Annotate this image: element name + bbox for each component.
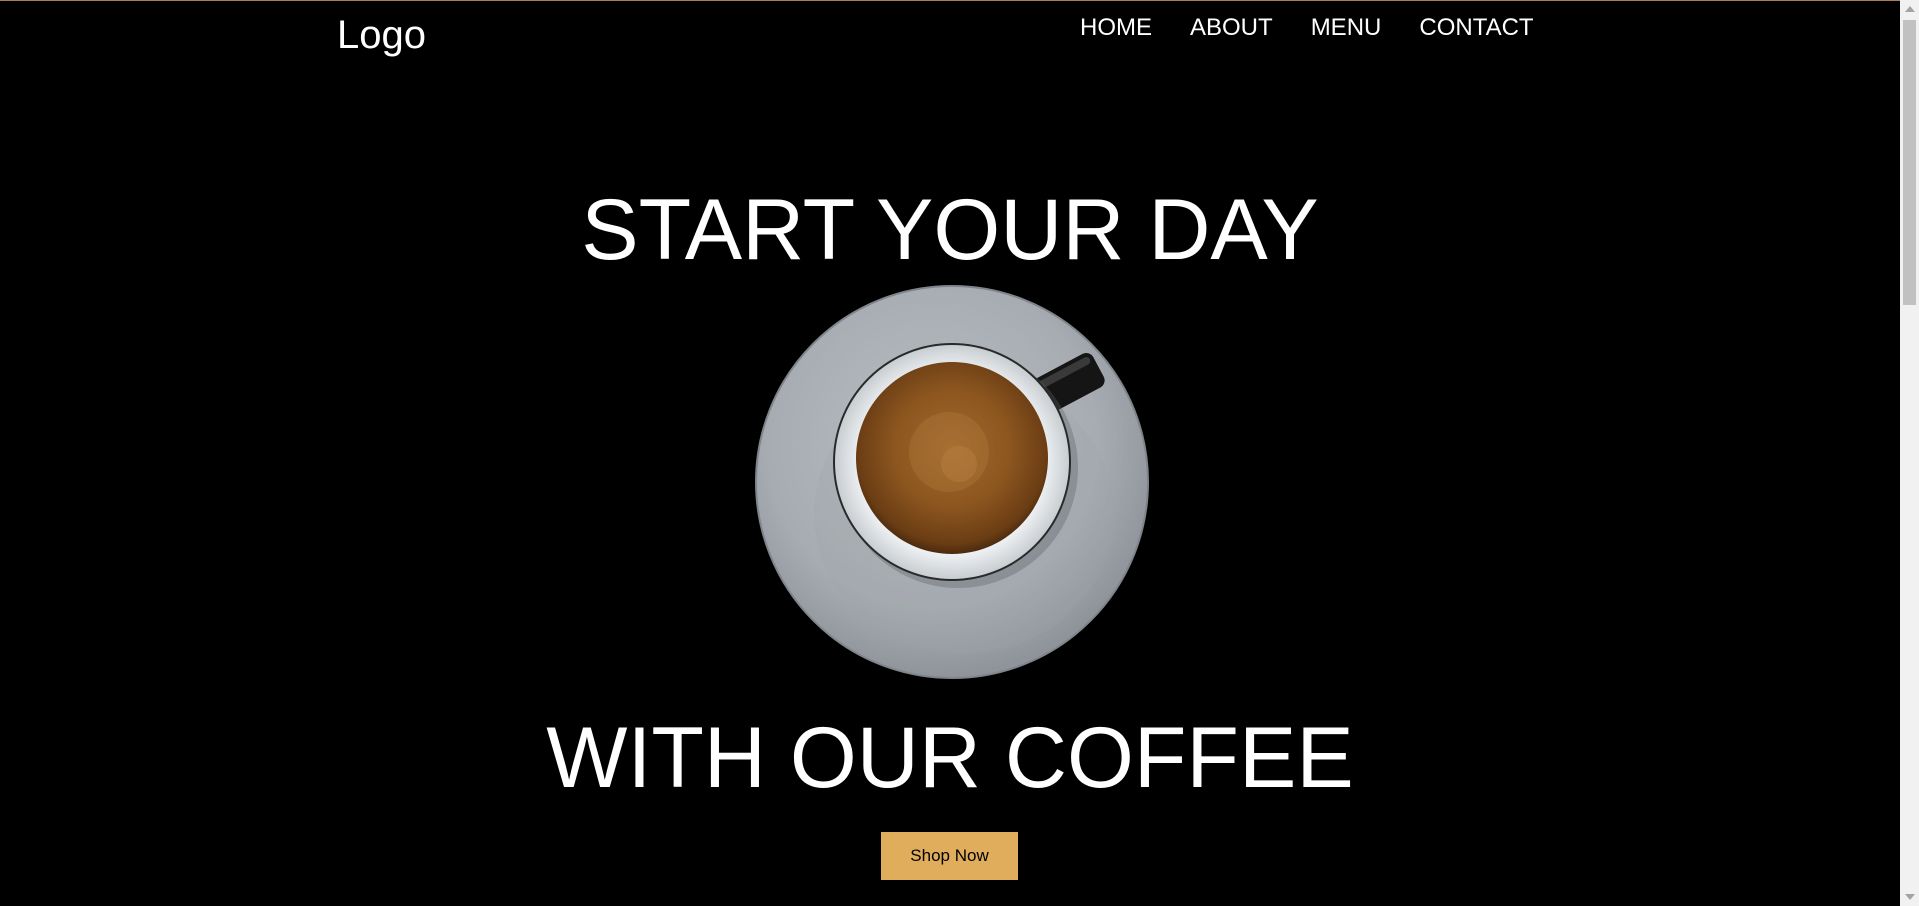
nav-about-link[interactable]: ABOUT (1190, 12, 1273, 44)
shop-now-button[interactable]: Shop Now (881, 832, 1018, 880)
coffee-cup-image (754, 284, 1150, 680)
nav-contact-link[interactable]: CONTACT (1419, 12, 1533, 44)
main-nav: HOME ABOUT MENU CONTACT (1080, 12, 1534, 44)
nav-home-link[interactable]: HOME (1080, 12, 1152, 44)
coffee-cup-illustration (755, 285, 1149, 679)
hero-headline-bottom: WITH OUR COFFEE (546, 710, 1354, 806)
page: Logo HOME ABOUT MENU CONTACT START YOUR … (0, 0, 1900, 906)
top-border (0, 0, 1900, 1)
scrollbar-thumb[interactable] (1903, 20, 1916, 305)
hero-headline-top: START YOUR DAY (581, 182, 1319, 278)
scroll-up-icon[interactable] (1905, 6, 1915, 12)
scroll-down-icon[interactable] (1905, 894, 1915, 900)
logo-link[interactable]: Logo (337, 12, 426, 58)
vertical-scrollbar[interactable] (1900, 0, 1919, 906)
nav-menu-link[interactable]: MENU (1311, 12, 1382, 44)
